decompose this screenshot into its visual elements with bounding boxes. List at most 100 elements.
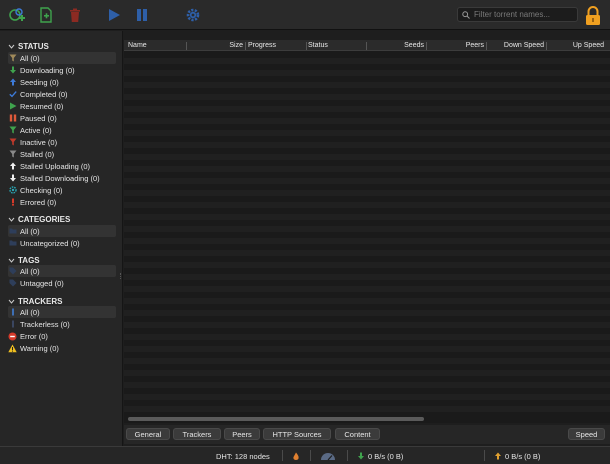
status-item-seeding[interactable]: Seeding (0) (8, 76, 116, 88)
status-item-stalled[interactable]: Stalled (0) (8, 148, 116, 160)
search-box[interactable] (457, 7, 578, 22)
status-item-stalled-downloading[interactable]: Stalled Downloading (0) (8, 172, 116, 184)
categories-section-header[interactable]: CATEGORIES (8, 215, 70, 224)
status-item-active[interactable]: Active (0) (8, 124, 116, 136)
status-item-downloading[interactable]: Downloading (0) (8, 64, 116, 76)
tag-item-untagged[interactable]: Untagged (0) (8, 277, 116, 289)
status-item-label: Stalled Uploading (0) (20, 161, 91, 171)
filter-icon (8, 54, 17, 63)
column-header-name[interactable]: Name (128, 41, 187, 51)
pause-button[interactable] (133, 6, 151, 24)
error-circle-icon (8, 332, 17, 341)
download-speed-status[interactable]: 0 B/s (0 B) (357, 451, 403, 461)
pause-icon (137, 9, 147, 21)
trackers-section-header[interactable]: TRACKERS (8, 297, 62, 306)
download-arrow-icon (358, 452, 364, 460)
status-item-errored[interactable]: Errored (0) (8, 196, 116, 208)
torrent-list-rows[interactable] (124, 52, 610, 415)
column-header-size[interactable]: Size (188, 41, 246, 51)
tab-http-sources[interactable]: HTTP Sources (263, 428, 331, 440)
resume-button[interactable] (105, 6, 123, 24)
add-torrent-link-button[interactable] (8, 6, 26, 24)
upload-speed-status[interactable]: 0 B/s (0 B) (494, 451, 540, 461)
status-item-label: All (0) (20, 53, 40, 63)
status-separator (282, 450, 283, 461)
warning-icon (8, 344, 17, 353)
chevron-down-icon (8, 44, 15, 49)
tracker-item-label: Trackerless (0) (20, 319, 70, 329)
category-item-label: All (0) (20, 226, 40, 236)
category-item-all[interactable]: All (0) (8, 225, 116, 237)
error-icon (8, 198, 17, 207)
status-item-label: Completed (0) (20, 89, 68, 99)
stalled-down-icon (8, 174, 17, 183)
status-item-label: Inactive (0) (20, 137, 58, 147)
tab-content[interactable]: Content (335, 428, 380, 440)
tracker-item-trackerless[interactable]: Trackerless (0) (8, 318, 116, 330)
upload-arrow-icon (495, 452, 501, 460)
status-item-checking[interactable]: Checking (0) (8, 184, 116, 196)
column-header-peers[interactable]: Peers (429, 41, 487, 51)
status-item-label: Paused (0) (20, 113, 57, 123)
tag-item-label: All (0) (20, 266, 40, 276)
status-item-all[interactable]: All (0) (8, 52, 116, 64)
status-item-resumed[interactable]: Resumed (0) (8, 100, 116, 112)
status-item-label: Errored (0) (20, 197, 57, 207)
folder-icon (8, 239, 17, 248)
chevron-down-icon (8, 258, 15, 263)
tab-general[interactable]: General (126, 428, 170, 440)
checking-icon (8, 186, 17, 195)
status-item-label: Stalled Downloading (0) (20, 173, 100, 183)
options-button[interactable] (184, 6, 202, 24)
search-input[interactable] (474, 10, 574, 19)
status-item-label: Checking (0) (20, 185, 63, 195)
tab-peers[interactable]: Peers (224, 428, 260, 440)
column-header-down-speed[interactable]: Down Speed (489, 41, 547, 51)
search-icon (462, 10, 470, 19)
tracker-item-error[interactable]: Error (0) (8, 330, 116, 342)
tag-icon (8, 267, 17, 276)
lock-button[interactable] (584, 5, 602, 27)
column-header-seeds[interactable]: Seeds (369, 41, 427, 51)
inactive-filter-icon (8, 138, 17, 147)
download-arrow-icon (8, 66, 17, 75)
tracker-item-label: Error (0) (20, 331, 48, 341)
play-icon (109, 9, 120, 21)
status-item-label: Stalled (0) (20, 149, 55, 159)
status-separator (310, 450, 311, 461)
sidebar-splitter[interactable] (120, 273, 122, 279)
flame-icon (293, 452, 299, 460)
status-item-label: Seeding (0) (20, 77, 59, 87)
tracker-item-all[interactable]: All (0) (8, 306, 116, 318)
speed-limit-toggle[interactable] (320, 451, 336, 461)
tab-trackers[interactable]: Trackers (173, 428, 221, 440)
column-header-progress[interactable]: Progress (248, 41, 307, 51)
play-icon (8, 102, 17, 111)
connection-status-icon[interactable] (292, 451, 300, 461)
chevron-down-icon (8, 217, 15, 222)
category-item-uncategorized[interactable]: Uncategorized (0) (8, 237, 116, 249)
tracker-item-label: All (0) (20, 307, 40, 317)
upload-arrow-icon (8, 78, 17, 87)
status-item-stalled-uploading[interactable]: Stalled Uploading (0) (8, 160, 116, 172)
status-section-header[interactable]: STATUS (8, 42, 49, 51)
delete-button[interactable] (66, 6, 84, 24)
tag-item-all[interactable]: All (0) (8, 265, 116, 277)
status-item-completed[interactable]: Completed (0) (8, 88, 116, 100)
status-item-label: Resumed (0) (20, 101, 64, 111)
add-torrent-file-button[interactable] (37, 6, 55, 24)
status-item-paused[interactable]: Paused (0) (8, 112, 116, 124)
tracker-item-warning[interactable]: Warning (0) (8, 342, 116, 354)
tracker-icon (8, 308, 17, 317)
toolbar (0, 0, 610, 30)
column-header-status[interactable]: Status (308, 41, 367, 51)
speed-button[interactable]: Speed (568, 428, 605, 440)
column-header-up-speed[interactable]: Up Speed (549, 41, 604, 51)
horizontal-scrollbar[interactable] (124, 415, 610, 423)
checkmark-icon (8, 90, 17, 99)
tag-item-label: Untagged (0) (20, 278, 64, 288)
scrollbar-thumb[interactable] (128, 417, 424, 421)
tags-section-header[interactable]: TAGS (8, 256, 40, 265)
pause-icon (8, 114, 17, 123)
status-item-inactive[interactable]: Inactive (0) (8, 136, 116, 148)
